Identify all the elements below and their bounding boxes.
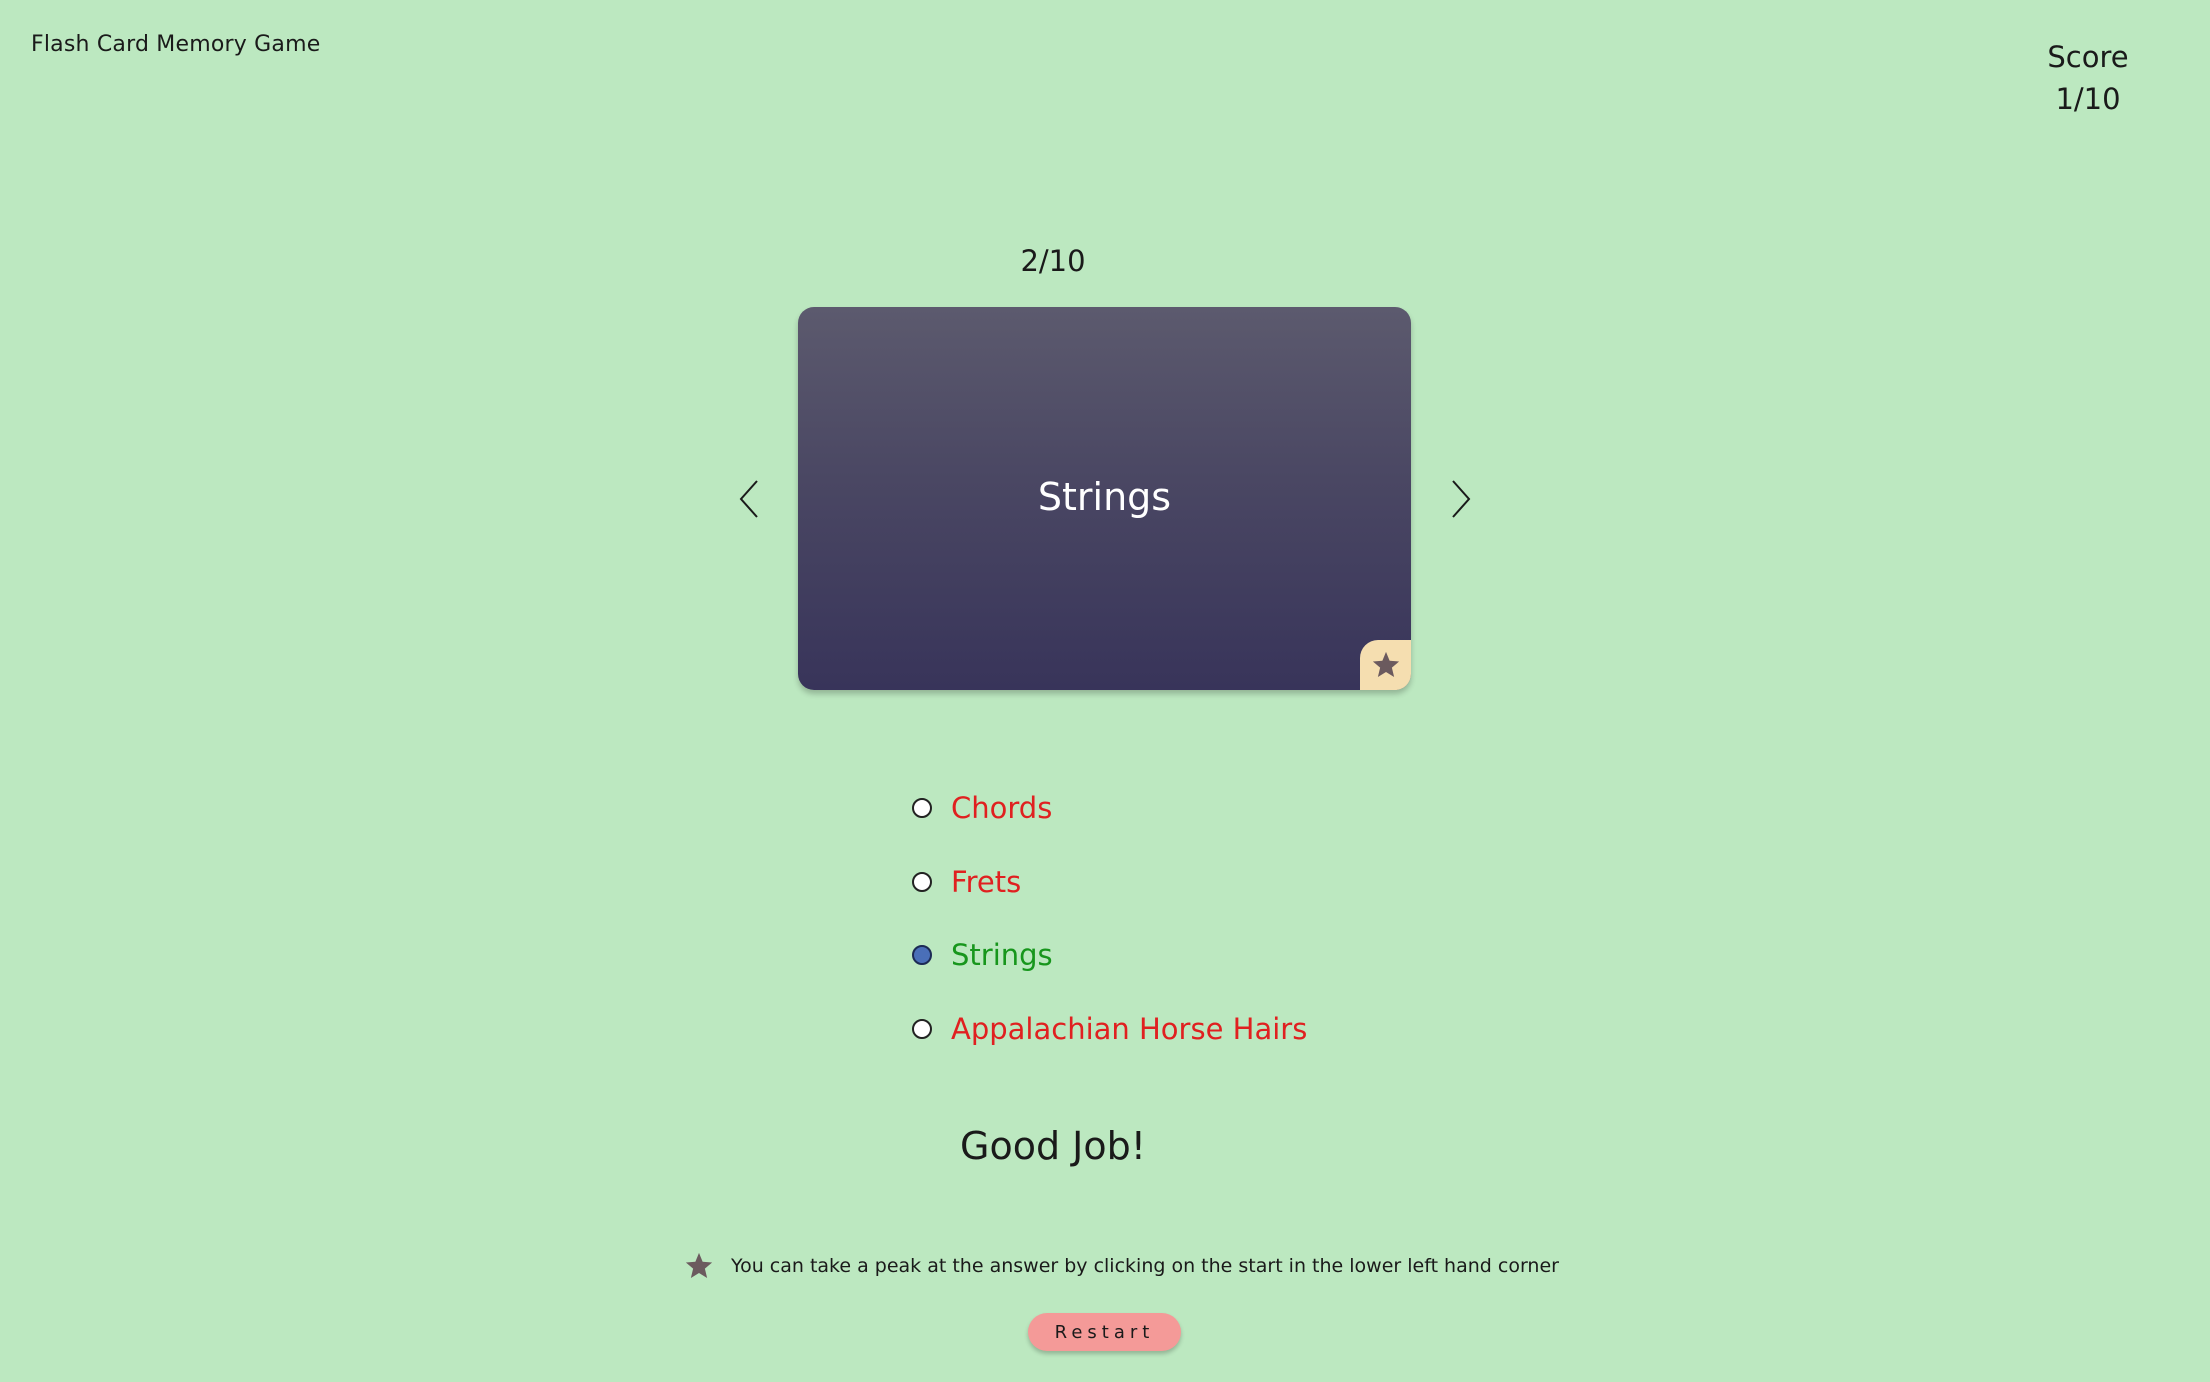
answer-label: Chords [951, 791, 1053, 825]
radio-button[interactable] [912, 1018, 932, 1039]
flash-card[interactable]: Strings [798, 307, 1411, 690]
chevron-right-icon [1452, 480, 1471, 518]
feedback-message: Good Job! [960, 1124, 1146, 1168]
restart-button[interactable]: Restart [1028, 1313, 1181, 1351]
answer-label: Strings [951, 938, 1053, 972]
hint-row: You can take a peak at the answer by cli… [683, 1250, 1559, 1282]
card-progress: 2/10 [1020, 244, 1086, 278]
chevron-left-icon [739, 480, 758, 518]
score-panel: Score 1/10 [2018, 36, 2158, 120]
answer-options: Chords Frets Strings Appalachian Horse H… [912, 787, 1512, 1081]
answer-option[interactable]: Appalachian Horse Hairs [912, 1008, 1512, 1050]
answer-label: Appalachian Horse Hairs [951, 1011, 1308, 1046]
next-card-button[interactable] [1441, 476, 1481, 522]
peek-answer-button[interactable] [1360, 640, 1411, 690]
star-icon [683, 1250, 715, 1282]
radio-button-selected[interactable] [912, 945, 932, 965]
previous-card-button[interactable] [729, 476, 769, 522]
card-text: Strings [1037, 475, 1172, 519]
hint-text: You can take a peak at the answer by cli… [731, 1255, 1559, 1277]
flash-card-app: Flash Card Memory Game Score 1/10 2/10 S… [0, 0, 2210, 1382]
score-label: Score [2047, 40, 2129, 74]
answer-option[interactable]: Strings [912, 934, 1512, 976]
answer-option[interactable]: Chords [912, 787, 1512, 829]
score-value: 1/10 [2055, 82, 2121, 116]
star-icon [1372, 651, 1399, 677]
radio-button[interactable] [912, 871, 932, 892]
answer-option[interactable]: Frets [912, 861, 1512, 903]
answer-label: Frets [951, 864, 1022, 899]
app-title: Flash Card Memory Game [31, 32, 321, 57]
radio-button[interactable] [912, 798, 932, 818]
